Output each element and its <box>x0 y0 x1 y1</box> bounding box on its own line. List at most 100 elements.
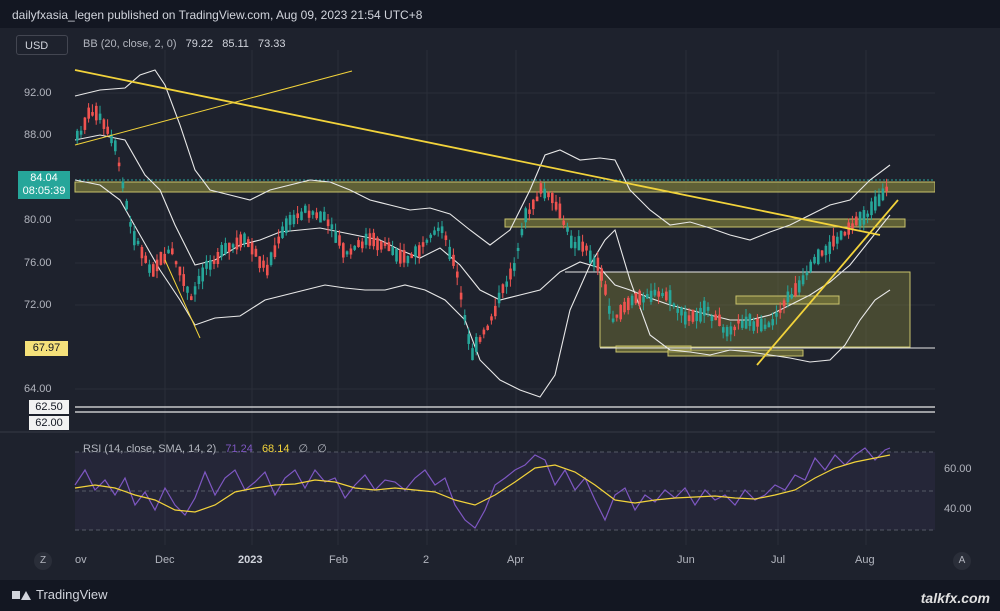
candle-body <box>410 254 413 259</box>
candle-body <box>585 245 588 251</box>
time-label-nov: ov <box>75 554 87 566</box>
candle-body <box>456 271 459 278</box>
candle-body <box>509 268 512 280</box>
axis-background <box>935 28 1000 580</box>
candle-body <box>577 236 581 251</box>
candle-body <box>763 324 767 329</box>
candle-body <box>760 318 763 332</box>
currency-label[interactable]: USD <box>16 35 68 55</box>
consolidation-box[interactable] <box>599 271 911 348</box>
candle-body <box>235 237 239 250</box>
candle-body <box>551 192 554 204</box>
candle-body <box>855 216 858 226</box>
candle-body <box>684 311 687 325</box>
candle-body <box>676 308 679 313</box>
candle-body <box>490 316 493 321</box>
price-tick-64: 64.00 <box>24 383 52 395</box>
candle-body <box>448 246 451 260</box>
candle-body <box>589 250 592 263</box>
candle-body <box>782 300 786 307</box>
candle-body <box>197 275 201 285</box>
candle-body <box>513 263 516 271</box>
candle-body <box>497 292 501 304</box>
candle-body <box>501 284 505 294</box>
candle-body <box>566 226 569 232</box>
candle-body <box>414 246 417 257</box>
candle-body <box>399 249 402 264</box>
candle-body <box>258 256 261 269</box>
candle-body <box>832 235 835 247</box>
candle-body <box>680 307 683 316</box>
time-label-aug: Aug <box>855 554 875 566</box>
candle-body <box>668 290 672 305</box>
candle-body <box>387 242 391 252</box>
candle-body <box>311 211 315 215</box>
level-label-6250[interactable]: 62.50 <box>29 400 69 414</box>
candle-body <box>836 236 839 244</box>
candle-body <box>429 234 432 238</box>
candle-body <box>771 319 774 326</box>
candle-body <box>744 316 748 329</box>
candle-body <box>775 312 778 317</box>
watermark: talkfx.com <box>920 590 990 606</box>
candle-body <box>129 222 132 227</box>
candle-body <box>292 214 296 225</box>
resistance-zone-84[interactable] <box>74 181 936 193</box>
candle-body <box>562 220 565 225</box>
candle-body <box>608 305 611 314</box>
candle-body <box>646 294 649 299</box>
candle-body <box>117 162 121 167</box>
level-label-6200[interactable]: 62.00 <box>29 416 69 430</box>
candle-body <box>547 192 550 198</box>
candle-body <box>672 303 676 307</box>
candle-body <box>266 264 269 276</box>
bb-legend[interactable]: BB (20, close, 2, 0) 79.22 85.11 73.33 <box>83 38 286 50</box>
candle-body <box>725 326 729 337</box>
candle-body <box>706 306 710 311</box>
candle-body <box>653 289 657 296</box>
time-axis-right-button[interactable]: A <box>953 552 971 570</box>
candle-body <box>372 232 375 247</box>
level-label-6797[interactable]: 67.97 <box>25 341 68 356</box>
candle-body <box>516 247 520 252</box>
candle-body <box>288 214 292 225</box>
candle-body <box>581 241 584 252</box>
candle-body <box>205 260 208 269</box>
candle-body <box>733 326 736 331</box>
candle-body <box>76 130 79 141</box>
candle-body <box>843 231 847 236</box>
tradingview-logo[interactable]: TradingView <box>12 587 108 602</box>
candle-body <box>83 117 87 130</box>
candle-body <box>452 254 455 266</box>
candle-body <box>786 291 790 303</box>
candle-body <box>874 196 877 211</box>
candle-body <box>543 188 546 199</box>
candle-body <box>437 227 440 232</box>
rsi-legend[interactable]: RSI (14, close, SMA, 14, 2) 71.24 68.14 … <box>83 442 327 455</box>
candle-body <box>334 230 337 243</box>
candle-body <box>824 245 828 256</box>
time-axis[interactable]: Z ov Dec 2023 Feb 2 Apr Jun Jul Aug A <box>0 548 1000 570</box>
candle-body <box>805 272 809 276</box>
candle-body <box>691 309 695 322</box>
time-label-jul: Jul <box>771 554 786 566</box>
candle-body <box>155 259 159 272</box>
time-axis-left-button[interactable]: Z <box>34 552 52 570</box>
candle-body <box>820 250 824 256</box>
candle-body <box>794 283 797 296</box>
candle-body <box>699 307 702 322</box>
candle-body <box>482 329 486 335</box>
candle-body <box>79 130 83 135</box>
candle-body <box>239 234 242 248</box>
candle-body <box>573 241 577 249</box>
candle-body <box>596 257 600 271</box>
candle-body <box>467 334 470 344</box>
candle-body <box>231 244 235 248</box>
candle-body <box>247 239 250 247</box>
candle-body <box>687 315 691 322</box>
candle-body <box>140 247 144 259</box>
current-price-tag[interactable]: 84.04 08:05:39 <box>18 171 70 199</box>
price-chart[interactable] <box>0 0 1000 611</box>
time-label-2023: 2023 <box>238 554 263 566</box>
bb-value-lower: 73.33 <box>257 38 286 50</box>
